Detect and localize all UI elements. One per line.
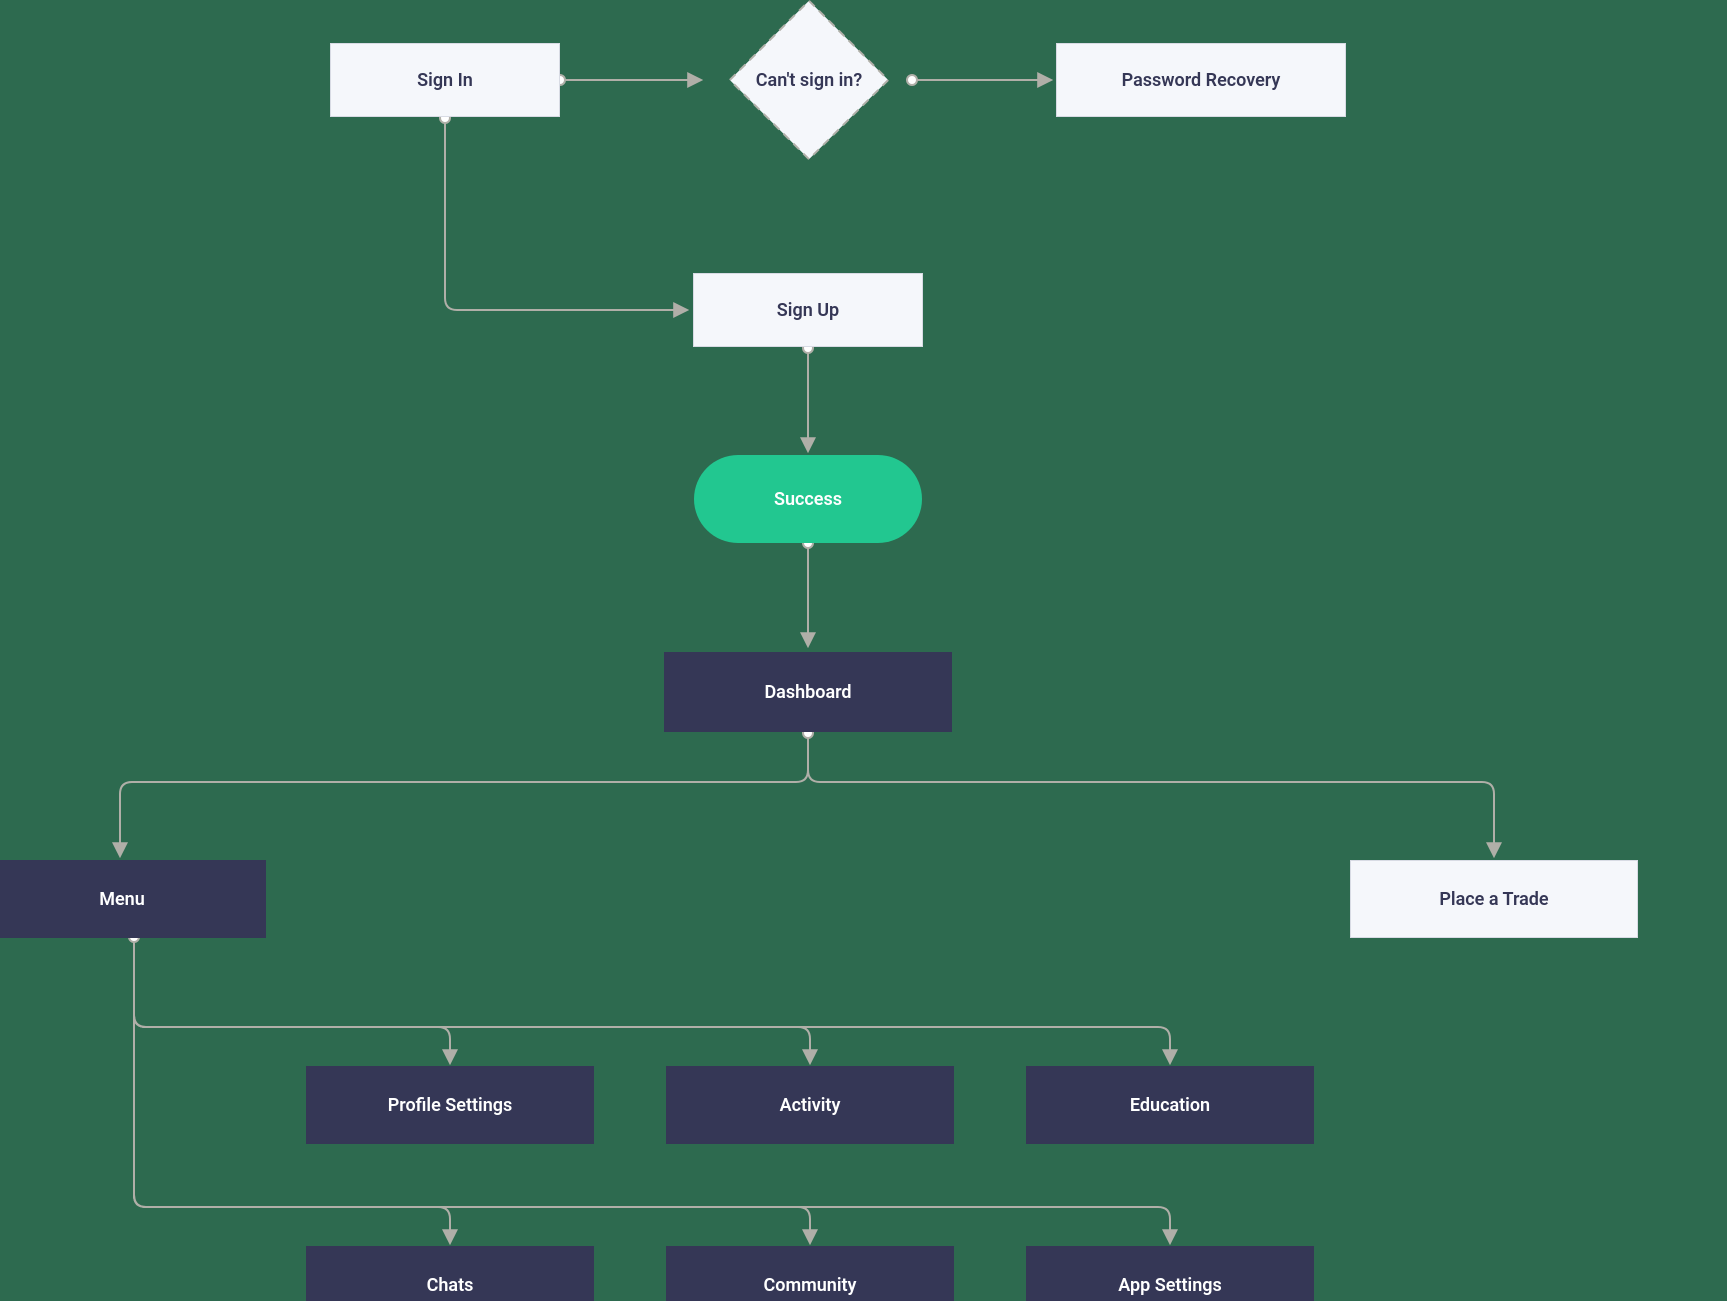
node-label: Activity — [780, 1095, 841, 1116]
node-place-trade[interactable]: Place a Trade — [1350, 860, 1638, 938]
node-label: Dashboard — [764, 682, 851, 703]
node-label: Success — [774, 489, 842, 510]
node-label: Menu — [99, 889, 145, 910]
node-label: Place a Trade — [1439, 889, 1548, 910]
node-label: Can't sign in? — [756, 70, 862, 91]
node-success[interactable]: Success — [694, 455, 922, 543]
node-education[interactable]: Education — [1026, 1066, 1314, 1144]
node-label: App Settings — [1118, 1275, 1222, 1296]
node-dashboard[interactable]: Dashboard — [664, 652, 952, 732]
node-password-recovery[interactable]: Password Recovery — [1056, 43, 1346, 117]
node-label: Community — [764, 1275, 857, 1296]
flowchart-canvas: Sign In Can't sign in? Password Recovery… — [0, 0, 1727, 1301]
node-label: Sign Up — [777, 300, 839, 321]
diamond-icon — [706, 0, 912, 183]
node-sign-in[interactable]: Sign In — [330, 43, 560, 117]
node-sign-up[interactable]: Sign Up — [693, 273, 923, 347]
node-chats[interactable]: Chats — [306, 1246, 594, 1301]
node-community[interactable]: Community — [666, 1246, 954, 1301]
node-menu[interactable]: Menu — [0, 860, 266, 938]
node-label: Profile Settings — [388, 1095, 513, 1116]
node-app-settings[interactable]: App Settings — [1026, 1246, 1314, 1301]
node-cant-sign-in[interactable]: Can't sign in? — [706, 0, 912, 183]
node-activity[interactable]: Activity — [666, 1066, 954, 1144]
node-profile-settings[interactable]: Profile Settings — [306, 1066, 594, 1144]
node-label: Chats — [427, 1275, 474, 1296]
node-label: Sign In — [417, 70, 473, 91]
node-label: Education — [1130, 1095, 1210, 1116]
node-label: Password Recovery — [1122, 70, 1281, 91]
